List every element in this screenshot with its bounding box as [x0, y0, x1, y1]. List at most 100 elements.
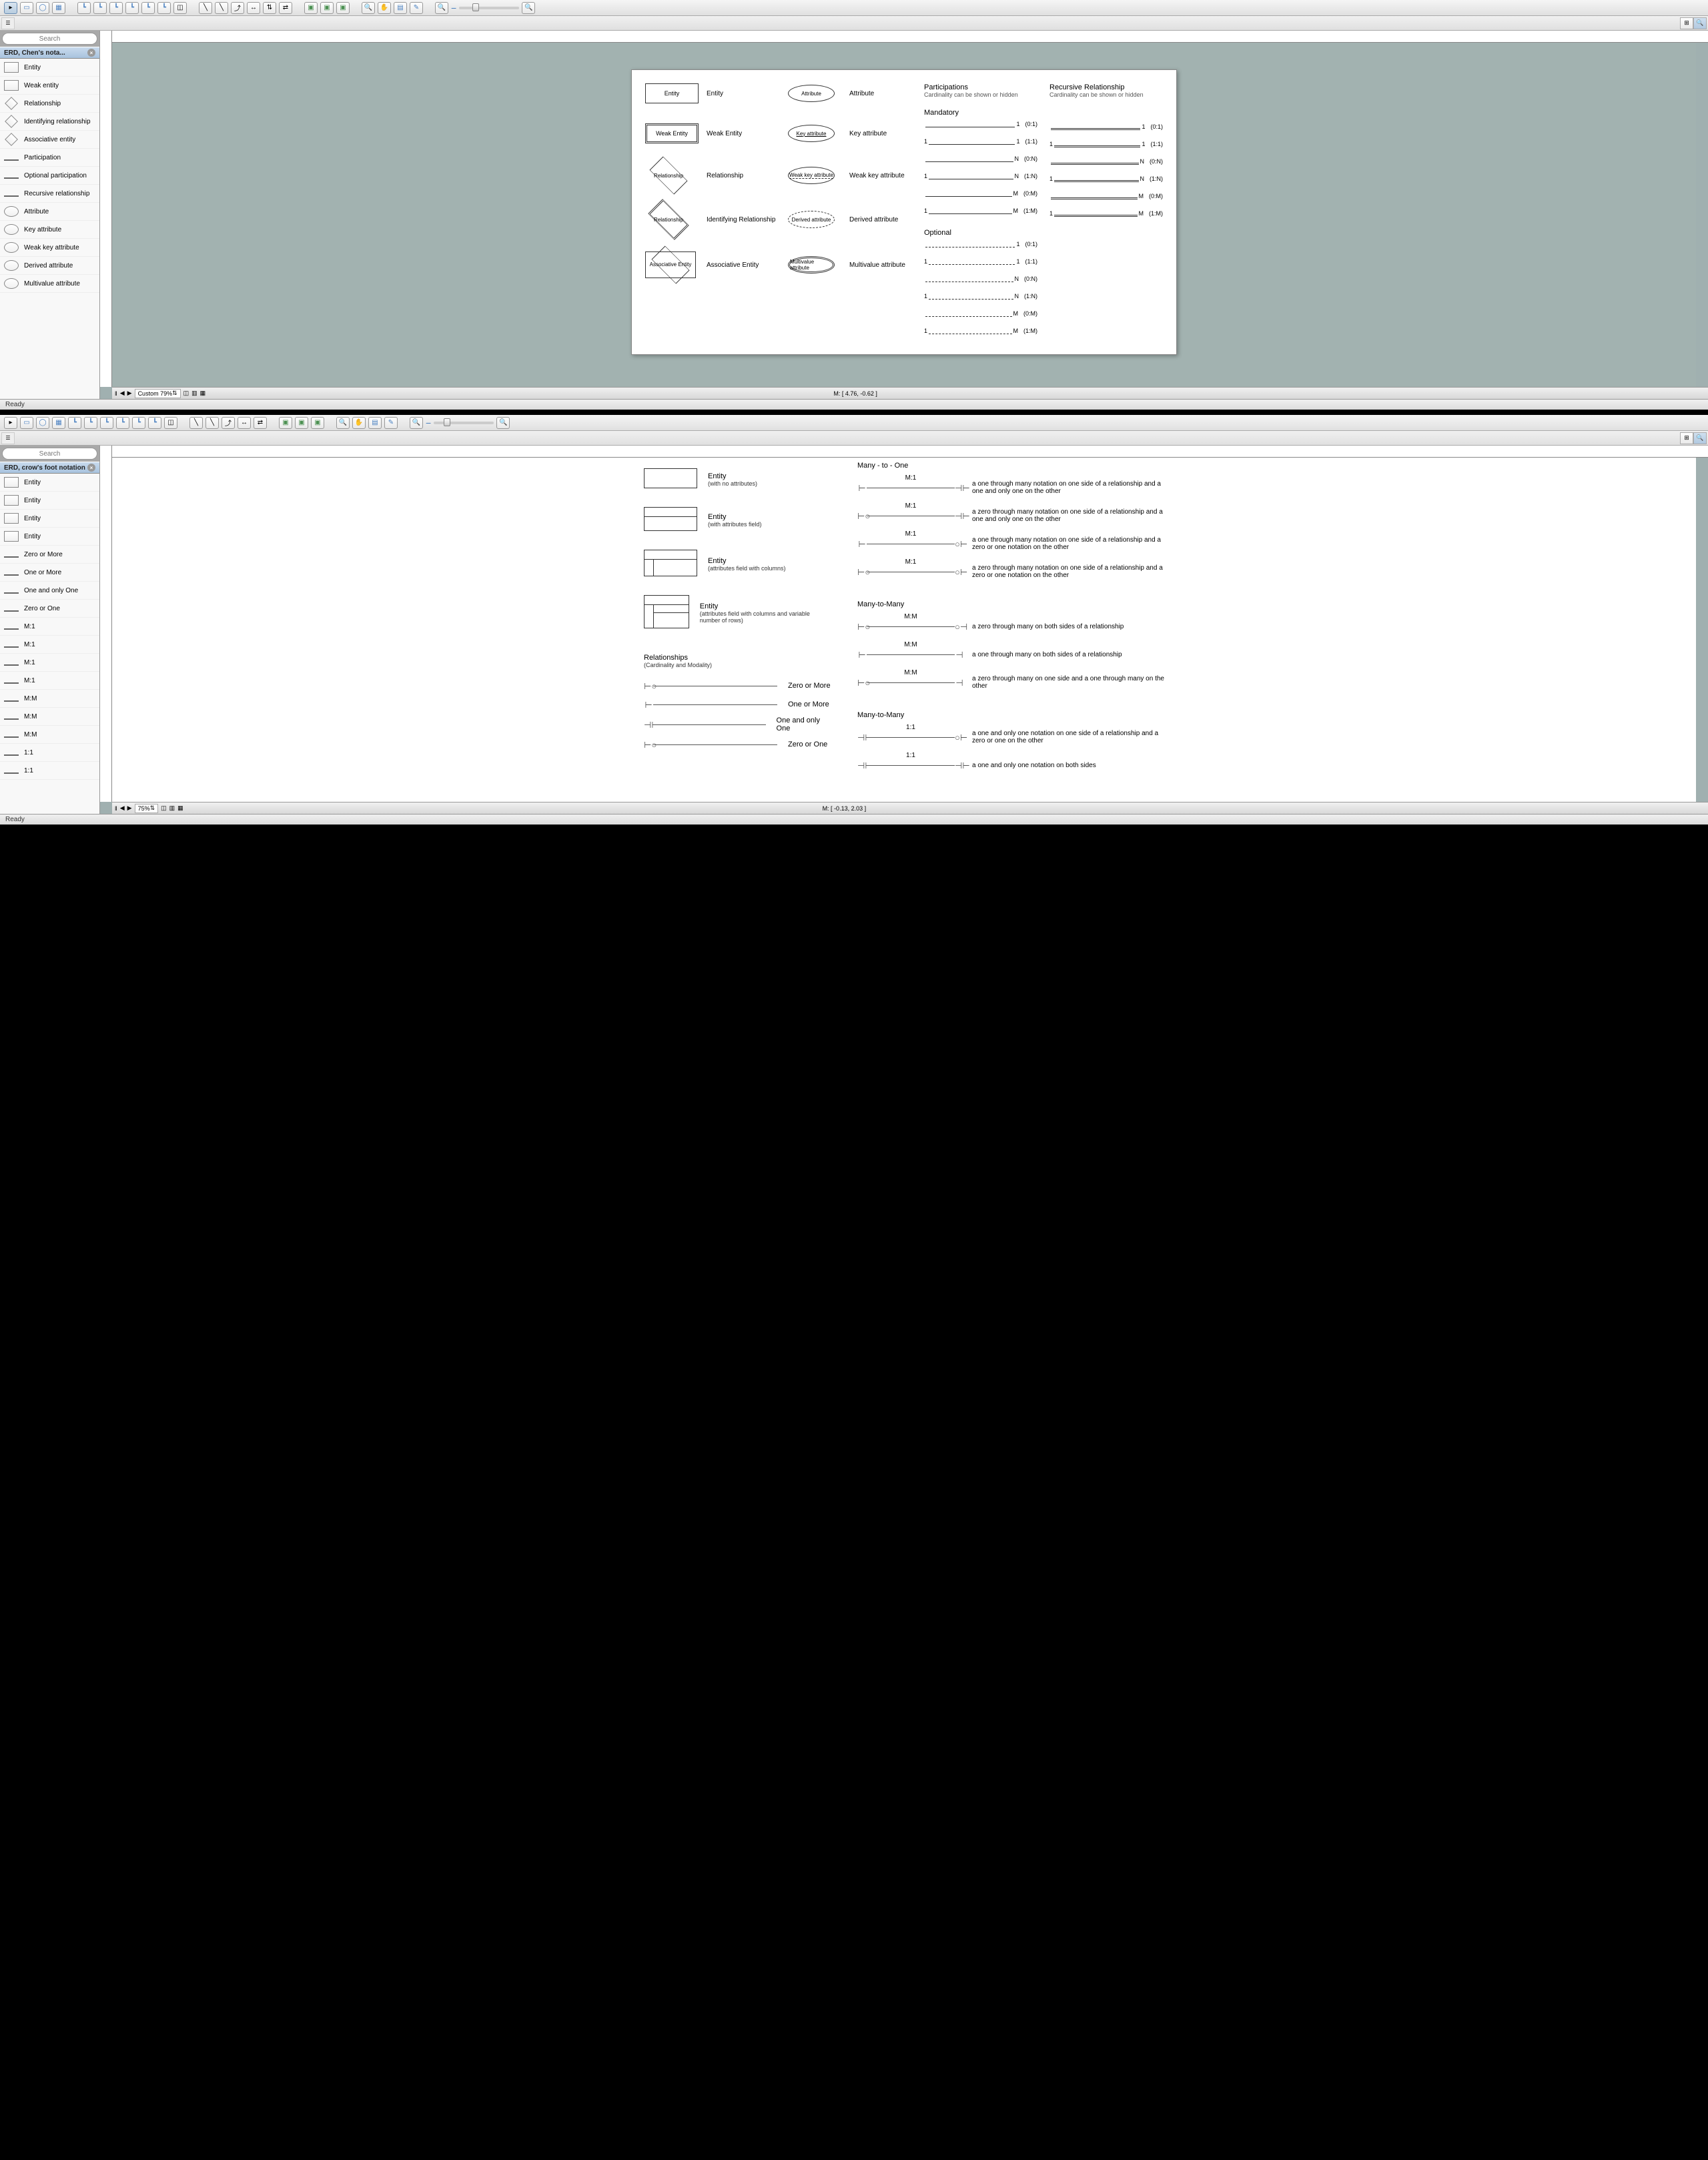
pointer-tool[interactable]: ▸ — [4, 417, 17, 429]
sidebar-shape-item[interactable]: Entity — [0, 474, 99, 492]
view-mode-3[interactable]: ▦ — [177, 804, 183, 812]
connector-tool-6[interactable]: ┗ — [157, 2, 171, 14]
sidebar-shape-item[interactable]: M:M — [0, 726, 99, 744]
sidebar-shape-item[interactable]: Entity — [0, 59, 99, 77]
zoom-out[interactable]: 🔍 — [435, 2, 448, 14]
sidebar-shape-item[interactable]: Relationship — [0, 95, 99, 113]
sidebar-shape-item[interactable]: 1:1 — [0, 744, 99, 762]
connector-tool-4[interactable]: ┗ — [116, 417, 129, 429]
canvas-viewport-2[interactable]: Entity(with no attributes) Entity(with a… — [112, 458, 1696, 802]
sidebar-shape-item[interactable]: Weak entity — [0, 77, 99, 95]
view-mode-3[interactable]: ▦ — [200, 390, 206, 397]
line-tool-5[interactable]: ⇅ — [263, 2, 276, 14]
group-tool-1[interactable]: ▣ — [304, 2, 318, 14]
canvas-viewport[interactable]: Entity Entity Attribute Attribute Weak E… — [112, 43, 1696, 387]
eyedropper-tool[interactable]: ✎ — [410, 2, 423, 14]
line-tool-6[interactable]: ⇄ — [279, 2, 292, 14]
group-tool-2[interactable]: ▣ — [320, 2, 334, 14]
zoom-slider[interactable] — [459, 7, 519, 9]
connector-tool-7[interactable]: ◫ — [164, 417, 177, 429]
prev-page-icon[interactable]: ◀ — [120, 390, 125, 397]
sidebar-shape-item[interactable]: Identifying relationship — [0, 113, 99, 131]
connector-tool-4[interactable]: ┗ — [125, 2, 139, 14]
group-tool-3[interactable]: ▣ — [311, 417, 324, 429]
panel-header[interactable]: ERD, Chen's nota... × — [0, 47, 99, 59]
view-mode-1[interactable]: ◫ — [161, 804, 167, 812]
zoom-slider[interactable] — [434, 422, 494, 424]
page-nav-icon[interactable]: ‖ — [115, 390, 117, 397]
sidebar-shape-item[interactable]: Recursive relationship — [0, 185, 99, 203]
panel-close-icon[interactable]: × — [87, 464, 95, 472]
sidebar-shape-item[interactable]: M:M — [0, 708, 99, 726]
connector-tool-6[interactable]: ┗ — [148, 417, 161, 429]
rect-tool[interactable]: ▭ — [20, 417, 33, 429]
line-tool-3[interactable]: ⤴ — [222, 417, 235, 429]
line-tool-2[interactable]: ╲ — [205, 417, 219, 429]
grid-view-btn[interactable]: ⊞ — [1680, 17, 1693, 29]
sidebar-shape-item[interactable]: 1:1 — [0, 762, 99, 780]
sidebar-shape-item[interactable]: M:1 — [0, 618, 99, 636]
connector-tool-3[interactable]: ┗ — [100, 417, 113, 429]
sidebar-shape-item[interactable]: Weak key attribute — [0, 239, 99, 257]
connector-tool-2[interactable]: ┗ — [84, 417, 97, 429]
ellipse-tool[interactable]: ◯ — [36, 2, 49, 14]
sidebar-shape-item[interactable]: Attribute — [0, 203, 99, 221]
tree-view-icon[interactable]: ☰ — [1, 17, 15, 29]
line-tool-1[interactable]: ╲ — [189, 417, 203, 429]
connector-tool-1[interactable]: ┗ — [68, 417, 81, 429]
sidebar-shape-item[interactable]: Zero or More — [0, 546, 99, 564]
eyedropper-tool[interactable]: ✎ — [384, 417, 398, 429]
search-view-btn[interactable]: 🔍 — [1693, 17, 1707, 29]
panel-header-2[interactable]: ERD, crow's foot notation × — [0, 462, 99, 474]
table-tool[interactable]: ▦ — [52, 417, 65, 429]
sidebar-shape-item[interactable]: M:1 — [0, 672, 99, 690]
sidebar-shape-item[interactable]: Entity — [0, 510, 99, 528]
sidebar-shape-item[interactable]: M:M — [0, 690, 99, 708]
group-tool-2[interactable]: ▣ — [295, 417, 308, 429]
view-mode-1[interactable]: ◫ — [183, 390, 189, 397]
sidebar-shape-item[interactable]: One and only One — [0, 582, 99, 600]
pointer-tool[interactable]: ▸ — [4, 2, 17, 14]
stamp-tool[interactable]: ▤ — [394, 2, 407, 14]
sidebar-shape-item[interactable]: Zero or One — [0, 600, 99, 618]
sidebar-shape-item[interactable]: Entity — [0, 492, 99, 510]
sidebar-shape-item[interactable]: Participation — [0, 149, 99, 167]
sidebar-shape-item[interactable]: Associative entity — [0, 131, 99, 149]
zoom-out[interactable]: 🔍 — [410, 417, 423, 429]
hand-tool[interactable]: ✋ — [378, 2, 391, 14]
sidebar-shape-item[interactable]: Multivalue attribute — [0, 275, 99, 293]
grid-view-btn[interactable]: ⊞ — [1680, 432, 1693, 444]
view-mode-2[interactable]: ▥ — [191, 390, 197, 397]
sidebar-shape-item[interactable]: Key attribute — [0, 221, 99, 239]
line-tool-5[interactable]: ⇄ — [254, 417, 267, 429]
connector-tool-3[interactable]: ┗ — [109, 2, 123, 14]
view-mode-2[interactable]: ▥ — [169, 804, 175, 812]
sidebar-shape-item[interactable]: M:1 — [0, 654, 99, 672]
table-tool[interactable]: ▦ — [52, 2, 65, 14]
hand-tool[interactable]: ✋ — [352, 417, 366, 429]
rect-tool[interactable]: ▭ — [20, 2, 33, 14]
stamp-tool[interactable]: ▤ — [368, 417, 382, 429]
line-tool-1[interactable]: ╲ — [199, 2, 212, 14]
sidebar-shape-item[interactable]: Optional participation — [0, 167, 99, 185]
connector-tool-5[interactable]: ┗ — [141, 2, 155, 14]
page[interactable]: Entity Entity Attribute Attribute Weak E… — [631, 69, 1177, 355]
zoom-in[interactable]: 🔍 — [496, 417, 510, 429]
search-input[interactable] — [2, 33, 97, 45]
zoom-in[interactable]: 🔍 — [522, 2, 535, 14]
sidebar-shape-item[interactable]: M:1 — [0, 636, 99, 654]
connector-tool-2[interactable]: ┗ — [93, 2, 107, 14]
next-page-icon[interactable]: ▶ — [127, 390, 132, 397]
line-tool-4[interactable]: ↔ — [247, 2, 260, 14]
sidebar-shape-item[interactable]: Derived attribute — [0, 257, 99, 275]
sidebar-shape-item[interactable]: Entity — [0, 528, 99, 546]
zoom-level[interactable]: Custom 79% ⇅ — [135, 389, 181, 398]
group-tool-1[interactable]: ▣ — [279, 417, 292, 429]
panel-close-icon[interactable]: × — [87, 49, 95, 57]
line-tool-2[interactable]: ╲ — [215, 2, 228, 14]
search-view-btn[interactable]: 🔍 — [1693, 432, 1707, 444]
line-tool-4[interactable]: ↔ — [238, 417, 251, 429]
zoom-tool[interactable]: 🔍 — [362, 2, 375, 14]
search-input[interactable] — [2, 448, 97, 460]
zoom-tool[interactable]: 🔍 — [336, 417, 350, 429]
